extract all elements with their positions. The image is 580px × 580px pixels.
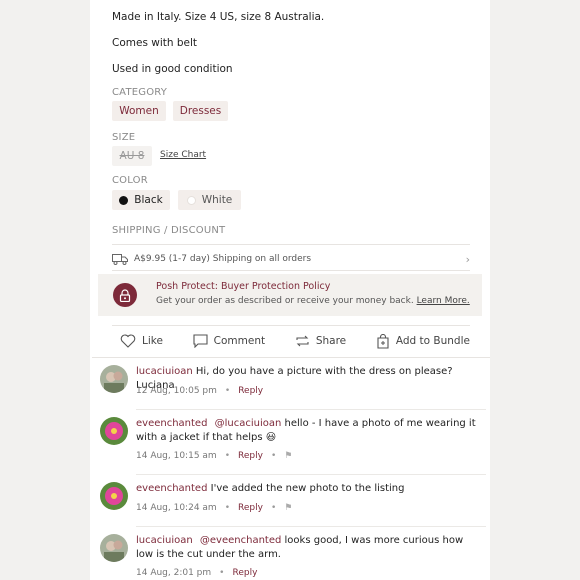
comment-meta: 14 Aug, 10:24 am • Reply • ⚑ bbox=[136, 503, 293, 513]
shipping-heading: SHIPPING / DISCOUNT bbox=[112, 225, 226, 236]
category-chip-women[interactable]: Women bbox=[112, 101, 166, 121]
comment-label: Comment bbox=[213, 335, 266, 347]
shipping-price: A$9.95 (1-7 day) Shipping on all orders bbox=[134, 254, 312, 264]
action-bar: Like Comment Share Add to Bundle bbox=[112, 330, 470, 352]
posh-protect-banner: Posh Protect: Buyer Protection Policy Ge… bbox=[98, 274, 482, 316]
size-chip: AU 8 bbox=[112, 146, 152, 166]
comment-body: eveenchanted @lucaciuioan hello - I have… bbox=[136, 417, 480, 445]
divider bbox=[112, 270, 470, 271]
black-swatch bbox=[119, 195, 129, 205]
reply-button[interactable]: Reply bbox=[238, 503, 263, 513]
divider bbox=[136, 409, 486, 410]
bundle-icon bbox=[377, 333, 389, 349]
shipping-row[interactable]: A$9.95 (1-7 day) Shipping on all orders … bbox=[112, 250, 470, 268]
divider bbox=[92, 357, 490, 358]
divider bbox=[112, 244, 470, 245]
comment-body: eveenchanted I've added the new photo to… bbox=[136, 482, 480, 496]
like-button[interactable]: Like bbox=[120, 334, 163, 348]
category-heading: CATEGORY bbox=[112, 87, 168, 98]
avatar[interactable] bbox=[100, 365, 128, 393]
color-heading: COLOR bbox=[112, 175, 148, 186]
comment-time: 12 Aug, 10:05 pm bbox=[136, 386, 217, 396]
add-to-bundle-button[interactable]: Add to Bundle bbox=[376, 333, 470, 349]
share-label: Share bbox=[315, 335, 347, 347]
avatar[interactable] bbox=[100, 534, 128, 562]
share-icon bbox=[296, 335, 309, 347]
comment-button[interactable]: Comment bbox=[193, 334, 265, 348]
comment-body: lucaciuioan @eveenchanted looks good, I … bbox=[136, 534, 480, 562]
comment-time: 14 Aug, 10:24 am bbox=[136, 503, 217, 513]
heart-icon bbox=[120, 334, 136, 348]
comment-username[interactable]: eveenchanted bbox=[136, 418, 207, 429]
divider bbox=[136, 474, 486, 475]
flag-icon[interactable]: ⚑ bbox=[284, 503, 292, 513]
divider bbox=[136, 526, 486, 527]
comment-mention[interactable]: @eveenchanted bbox=[200, 535, 281, 546]
protect-title: Posh Protect: Buyer Protection Policy bbox=[156, 281, 331, 292]
white-swatch bbox=[186, 195, 196, 205]
divider bbox=[112, 325, 470, 326]
color-chip-white[interactable]: White bbox=[178, 190, 241, 210]
comment-mention[interactable]: @lucaciuioan bbox=[215, 418, 282, 429]
color-label: White bbox=[201, 194, 233, 206]
share-button[interactable]: Share bbox=[295, 334, 346, 348]
lock-icon bbox=[113, 283, 137, 307]
truck-icon bbox=[112, 253, 128, 265]
avatar[interactable] bbox=[100, 417, 128, 445]
flag-icon[interactable]: ⚑ bbox=[284, 451, 292, 461]
bundle-label: Add to Bundle bbox=[395, 335, 470, 347]
reply-button[interactable]: Reply bbox=[238, 451, 263, 461]
comment-meta: 14 Aug, 2:01 pm • Reply bbox=[136, 568, 258, 578]
like-label: Like bbox=[142, 335, 163, 347]
category-chip-dresses[interactable]: Dresses bbox=[173, 101, 228, 121]
size-chart-link[interactable]: Size Chart bbox=[160, 150, 206, 160]
comment-username[interactable]: lucaciuioan bbox=[136, 535, 193, 546]
avatar[interactable] bbox=[100, 482, 128, 510]
learn-more-link[interactable]: Learn More. bbox=[417, 296, 470, 306]
description-line: Comes with belt bbox=[112, 37, 198, 49]
comment-icon bbox=[193, 334, 208, 348]
protect-text: Get your order as described or receive y… bbox=[156, 296, 470, 306]
comment-username[interactable]: eveenchanted bbox=[136, 483, 207, 494]
comment-time: 14 Aug, 10:15 am bbox=[136, 451, 217, 461]
reply-button[interactable]: Reply bbox=[232, 568, 257, 578]
comment-time: 14 Aug, 2:01 pm bbox=[136, 568, 212, 578]
comment-username[interactable]: lucaciuioan bbox=[136, 366, 193, 377]
comment-meta: 12 Aug, 10:05 pm • Reply bbox=[136, 386, 264, 396]
description-line: Used in good condition bbox=[112, 63, 233, 75]
comment-text: I've added the new photo to the listing bbox=[210, 483, 405, 494]
size-heading: SIZE bbox=[112, 132, 136, 143]
protect-description: Get your order as described or receive y… bbox=[156, 296, 414, 306]
description-line: Made in Italy. Size 4 US, size 8 Austral… bbox=[112, 11, 325, 23]
smile-emoji: 😃 bbox=[265, 432, 277, 443]
color-label: Black bbox=[134, 194, 163, 206]
chevron-right-icon: › bbox=[465, 252, 470, 266]
color-chip-black[interactable]: Black bbox=[112, 190, 170, 210]
reply-button[interactable]: Reply bbox=[238, 386, 263, 396]
comment-meta: 14 Aug, 10:15 am • Reply • ⚑ bbox=[136, 451, 293, 461]
